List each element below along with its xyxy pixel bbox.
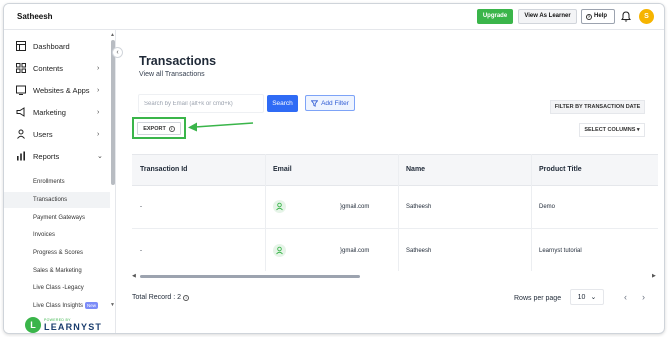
app-window: Satheesh Upgrade View As Learner ? Help … <box>3 3 665 334</box>
brand-name: Satheesh <box>17 12 53 21</box>
help-icon: ? <box>586 13 592 20</box>
dashboard-icon <box>16 41 26 51</box>
column-header-name[interactable]: Name <box>406 166 425 173</box>
transactions-table: Transaction Id Email Name Product Title … <box>132 154 658 271</box>
product-title-cell: Learnyst tutorial <box>539 248 582 254</box>
scroll-right-arrow-icon[interactable]: ▶ <box>652 273 656 279</box>
user-avatar[interactable]: S <box>639 9 654 24</box>
table-horizontal-scrollbar[interactable]: ◀ ▶ <box>132 273 658 279</box>
help-button[interactable]: ? Help <box>581 9 615 24</box>
sidebar-item-contents[interactable]: Contents › <box>4 58 108 78</box>
chevron-down-icon: ⌄ <box>590 294 597 301</box>
sidebar-item-websites-apps[interactable]: Websites & Apps › <box>4 80 108 100</box>
transaction-id-cell: - <box>140 204 142 210</box>
notification-bell-icon[interactable] <box>621 11 631 22</box>
bar-chart-icon <box>17 151 25 161</box>
chevron-down-icon: ⌄ <box>97 153 103 160</box>
user-avatar-icon <box>273 244 286 257</box>
chevron-right-icon: › <box>97 108 100 116</box>
filter-icon <box>311 99 319 107</box>
email-cell: }gmail.com <box>340 204 370 210</box>
learnyst-logo: L POWERED BY LEARNYST <box>25 314 102 333</box>
total-record: Total Record : 2 i <box>132 294 190 301</box>
sidebar-item-marketing[interactable]: Marketing › <box>4 102 108 122</box>
search-button[interactable]: Search <box>267 95 298 112</box>
sidebar: Dashboard Contents › Websites & Apps › M… <box>4 30 116 333</box>
product-title-cell: Demo <box>539 204 556 210</box>
logo-text: POWERED BY LEARNYST <box>44 318 102 332</box>
view-as-learner-button[interactable]: View As Learner <box>518 9 577 24</box>
chevron-right-icon: › <box>97 130 100 138</box>
scroll-left-arrow-icon[interactable]: ◀ <box>132 273 136 279</box>
info-icon: i <box>168 125 175 132</box>
column-header-transaction-id[interactable]: Transaction Id <box>140 166 187 173</box>
main-content: Transactions View all Transactions Searc… <box>117 30 664 333</box>
info-icon: i <box>183 294 190 301</box>
sidebar-item-label: Marketing <box>33 107 66 117</box>
name-cell: Satheesh <box>406 248 432 254</box>
sidebar-subitem-live-class-insights[interactable]: Live Class Insights New <box>4 298 110 314</box>
page-title: Transactions <box>139 54 217 68</box>
table-header: Transaction Id Email Name Product Title <box>132 154 658 186</box>
sidebar-subitem-invoices[interactable]: Invoices <box>4 227 110 243</box>
previous-page-icon[interactable]: ‹ <box>624 292 627 302</box>
logo-wordmark: LEARNYST <box>44 322 103 332</box>
scroll-down-arrow-icon[interactable]: ▼ <box>110 302 115 308</box>
sidebar-item-label: Dashboard <box>33 41 70 51</box>
sidebar-scrollbar[interactable] <box>111 40 115 185</box>
megaphone-icon <box>16 107 25 117</box>
chevron-right-icon: › <box>97 86 100 94</box>
rows-per-page-value: 10 <box>577 293 586 301</box>
user-avatar-icon <box>273 200 286 213</box>
add-filter-label: Add Filter <box>321 99 349 107</box>
sidebar-item-reports[interactable]: Reports ⌄ <box>4 146 108 166</box>
new-badge: New <box>85 301 99 309</box>
column-header-product-title[interactable]: Product Title <box>539 166 582 173</box>
top-bar: Satheesh Upgrade View As Learner ? Help … <box>4 4 664 30</box>
next-page-icon[interactable]: › <box>642 292 645 302</box>
rows-per-page-select[interactable]: 10 ⌄ <box>570 289 604 305</box>
sidebar-subitem-progress-scores[interactable]: Progress & Scores <box>4 245 110 261</box>
collapse-sidebar-button[interactable]: ‹ <box>112 47 123 58</box>
column-header-email[interactable]: Email <box>273 166 292 173</box>
user-icon <box>17 129 25 139</box>
sidebar-item-users[interactable]: Users › <box>4 124 108 144</box>
sidebar-subitem-enrollments[interactable]: Enrollments <box>4 174 110 190</box>
sidebar-subitem-sales-marketing[interactable]: Sales & Marketing <box>4 263 110 279</box>
upgrade-button[interactable]: Upgrade <box>477 9 513 24</box>
sidebar-item-label: Users <box>33 129 53 139</box>
contents-icon <box>16 63 26 73</box>
rows-per-page-label: Rows per page <box>514 295 562 302</box>
chevron-down-icon: ▾ <box>636 127 640 133</box>
page-subtitle: View all Transactions <box>139 71 205 78</box>
sidebar-item-label: Websites & Apps <box>33 85 90 95</box>
table-row[interactable]: - }gmail.com Satheesh Learnyst tutorial <box>132 229 658 271</box>
sidebar-subitem-live-class-legacy[interactable]: Live Class -Legacy <box>4 280 110 296</box>
total-record-label: Total Record : 2 <box>132 294 182 301</box>
email-cell: }gmail.com <box>340 248 370 254</box>
transaction-id-cell: - <box>140 248 142 254</box>
help-label: Help <box>594 13 608 19</box>
export-label: EXPORT <box>143 125 166 132</box>
sidebar-subitem-payment-gateways[interactable]: Payment Gateways <box>4 210 110 226</box>
select-columns-label: SELECT COLUMNS <box>584 127 636 133</box>
filter-by-transaction-date-button[interactable]: FILTER BY TRANSACTION DATE <box>550 100 645 114</box>
export-button[interactable]: EXPORT i <box>137 122 181 135</box>
sidebar-subitem-transactions[interactable]: Transactions <box>4 192 110 208</box>
select-columns-button[interactable]: SELECT COLUMNS ▾ <box>579 123 645 137</box>
scrollbar-thumb[interactable] <box>140 275 360 278</box>
name-cell: Satheesh <box>406 204 432 210</box>
annotation-arrow-icon <box>188 122 254 132</box>
sidebar-subitem-label: Live Class Insights <box>33 303 84 309</box>
sidebar-item-dashboard[interactable]: Dashboard <box>4 36 108 56</box>
add-filter-button[interactable]: Add Filter <box>305 95 355 111</box>
scroll-up-arrow-icon[interactable]: ▲ <box>110 32 115 38</box>
search-input[interactable] <box>138 94 264 113</box>
chevron-right-icon: › <box>97 64 100 72</box>
learnyst-logo-icon: L <box>25 317 41 333</box>
websites-icon <box>16 85 26 95</box>
table-row[interactable]: - }gmail.com Satheesh Demo <box>132 185 658 229</box>
sidebar-item-label: Contents <box>33 63 64 73</box>
sidebar-item-label: Reports <box>33 151 60 161</box>
